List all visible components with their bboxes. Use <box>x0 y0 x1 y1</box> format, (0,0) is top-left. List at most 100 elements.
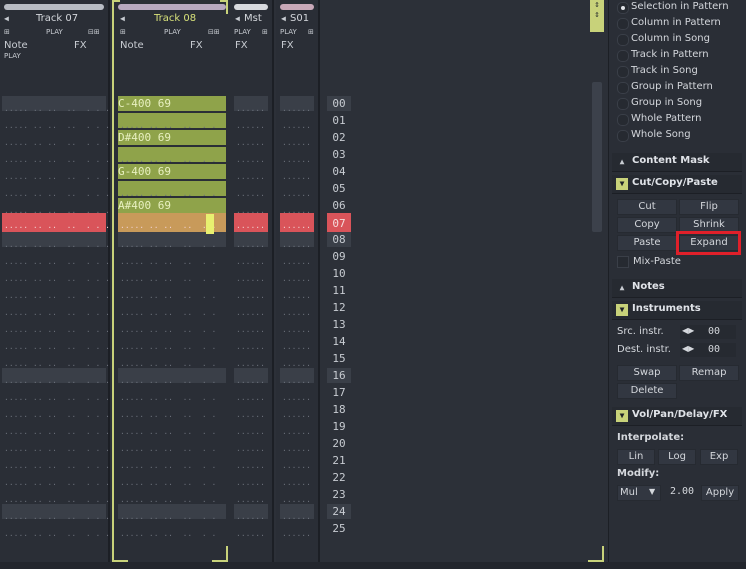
scope-option-label[interactable]: Group in Pattern <box>631 81 713 92</box>
track-s01-header[interactable]: ◀ S01 PLAY ⊞ FX <box>276 0 318 62</box>
pattern-row[interactable]: ..... .. .. .. . . . <box>2 453 110 470</box>
pattern-row[interactable]: ...... <box>234 487 268 504</box>
pattern-row[interactable]: ..... .. .. .. . . <box>118 232 226 249</box>
pattern-row[interactable]: ...... <box>280 96 314 113</box>
delete-button[interactable]: Delete <box>617 383 677 399</box>
expand-triangle-icon[interactable]: ▼ <box>616 304 628 316</box>
pattern-row[interactable]: ...... <box>280 419 314 436</box>
scope-radio[interactable] <box>617 114 629 126</box>
scope-option-label[interactable]: Whole Song <box>631 129 691 140</box>
pattern-row[interactable]: ..... .. .. .. . . . <box>2 164 110 181</box>
pattern-row[interactable]: ...... <box>280 402 314 419</box>
remap-button[interactable]: Remap <box>679 365 739 381</box>
pattern-row[interactable]: ..... .. .. .. . . . <box>2 385 110 402</box>
pattern-row[interactable]: ..... .. .. .. . . <box>118 487 226 504</box>
swap-button[interactable]: Swap <box>617 365 677 381</box>
scope-radio[interactable] <box>617 34 629 46</box>
note-cell[interactable]: C-400 69 <box>118 96 171 111</box>
pattern-row[interactable]: ...... <box>280 181 314 198</box>
pattern-row[interactable]: ..... .. .. .. . . <box>118 368 226 385</box>
collapse-triangle-icon[interactable]: ▲ <box>616 282 628 294</box>
pattern-row[interactable]: ..... .. .. .. . . . <box>2 470 110 487</box>
pattern-row[interactable]: ...... <box>234 266 268 283</box>
pattern-row[interactable]: ...... <box>234 113 268 130</box>
pattern-row[interactable]: ...... <box>280 232 314 249</box>
panel-toggle-icon[interactable]: ⇕ ⇕ <box>590 0 604 32</box>
note-cell[interactable]: D#400 69 <box>118 130 171 145</box>
add-column-icon[interactable]: ⊞ <box>308 28 314 36</box>
pattern-row[interactable]: ...... <box>280 453 314 470</box>
scope-radio[interactable] <box>617 50 629 62</box>
pattern-row[interactable]: ...... <box>280 113 314 130</box>
scope-radio[interactable] <box>617 98 629 110</box>
track-08-header[interactable]: ◀ Track 08 ⊞ PLAY ⊟⊞ Note FX <box>114 0 230 62</box>
scope-radio[interactable] <box>617 130 629 142</box>
pattern-row[interactable]: ...... <box>234 130 268 147</box>
pattern-row[interactable]: ..... .. .. .. . . <box>118 385 226 402</box>
collapse-arrow-icon[interactable]: ◀ <box>235 14 240 23</box>
scope-radio[interactable] <box>617 2 629 14</box>
exp-button[interactable]: Exp <box>700 449 738 465</box>
scope-option-label[interactable]: Track in Pattern <box>631 49 709 60</box>
pattern-row[interactable]: ..... .. .. .. . . . <box>2 436 110 453</box>
pattern-row[interactable]: ...... <box>280 283 314 300</box>
pattern-row[interactable]: ..... .. .. .. . . <box>118 283 226 300</box>
src-instr-stepper[interactable]: ◀▶ 00 <box>680 325 736 339</box>
pattern-row[interactable]: ...... <box>234 249 268 266</box>
note-cell[interactable]: A#400 69 <box>118 198 171 213</box>
scope-radio[interactable] <box>617 82 629 94</box>
pattern-row[interactable]: ..... .. .. .. . . <box>118 334 226 351</box>
pattern-row[interactable]: ...... <box>234 470 268 487</box>
pattern-row[interactable]: ..... .. .. .. . . . <box>2 232 110 249</box>
pattern-row[interactable]: ...... <box>234 351 268 368</box>
pattern-row[interactable]: ..... .. .. .. . . . <box>2 266 110 283</box>
scope-option-label[interactable]: Whole Pattern <box>631 113 701 124</box>
pattern-row[interactable]: ..... .. .. .. . . <box>118 470 226 487</box>
pattern-row[interactable]: ..... .. .. .. . . . <box>2 521 110 538</box>
pattern-row[interactable]: ...... <box>280 351 314 368</box>
pattern-row[interactable]: ...... <box>234 181 268 198</box>
pattern-row[interactable]: ...... <box>280 300 314 317</box>
pattern-row[interactable]: ...... <box>280 249 314 266</box>
notes-section-header[interactable]: ▲ Notes <box>612 279 742 298</box>
pattern-row[interactable]: ...... <box>234 164 268 181</box>
pattern-row[interactable]: ..... .. .. .. . . . <box>2 96 110 113</box>
pattern-row[interactable]: ...... <box>234 419 268 436</box>
remove-column-icon[interactable]: ⊟⊞ <box>88 28 100 36</box>
pattern-row[interactable]: ..... .. .. .. . . . <box>2 402 110 419</box>
scope-option-label[interactable]: Selection in Pattern <box>631 1 729 12</box>
pattern-row[interactable]: ...... <box>280 521 314 538</box>
cut-button[interactable]: Cut <box>617 199 677 215</box>
pattern-row[interactable]: ...... <box>280 334 314 351</box>
pattern-row[interactable]: ..... .. .. .. . . <box>118 181 226 198</box>
stepper-arrows-icon[interactable]: ◀▶ <box>682 344 694 353</box>
pattern-row[interactable]: ...... <box>234 385 268 402</box>
collapse-triangle-icon[interactable]: ▲ <box>616 156 628 168</box>
pattern-row[interactable]: ...... <box>280 470 314 487</box>
content-mask-section-header[interactable]: ▲ Content Mask <box>612 153 742 172</box>
cut-copy-paste-section-header[interactable]: ▼ Cut/Copy/Paste <box>612 175 742 194</box>
collapse-arrow-icon[interactable]: ◀ <box>281 14 286 23</box>
pattern-row[interactable]: ..... .. .. .. . . . <box>2 249 110 266</box>
note-cell[interactable]: G-400 69 <box>118 164 171 179</box>
pattern-row[interactable]: ...... <box>280 436 314 453</box>
pattern-row[interactable]: ...... <box>280 147 314 164</box>
instruments-section-header[interactable]: ▼ Instruments <box>612 301 742 320</box>
pattern-row[interactable]: ...... <box>280 198 314 215</box>
pattern-row[interactable]: ..... .. .. .. . . <box>118 317 226 334</box>
pattern-row[interactable]: ..... .. .. .. . . <box>118 521 226 538</box>
pattern-row[interactable]: ..... .. .. .. . . . <box>2 147 110 164</box>
pattern-row[interactable]: ...... <box>280 368 314 385</box>
pattern-row[interactable]: ..... .. .. .. . . <box>118 266 226 283</box>
pattern-row[interactable]: ..... .. .. .. . . <box>118 113 226 130</box>
pattern-row[interactable]: ...... <box>234 232 268 249</box>
pattern-row[interactable]: ...... <box>234 198 268 215</box>
pattern-row[interactable]: ...... <box>234 317 268 334</box>
scope-option-label[interactable]: Column in Pattern <box>631 17 721 28</box>
pattern-row[interactable]: ...... <box>280 164 314 181</box>
pattern-row[interactable]: ...... <box>234 334 268 351</box>
pattern-row[interactable]: ..... .. .. .. . . . <box>2 300 110 317</box>
vol-pan-section-header[interactable]: ▼ Vol/Pan/Delay/FX <box>612 407 742 426</box>
pattern-row[interactable]: ...... <box>234 521 268 538</box>
scope-option-label[interactable]: Track in Song <box>631 65 698 76</box>
